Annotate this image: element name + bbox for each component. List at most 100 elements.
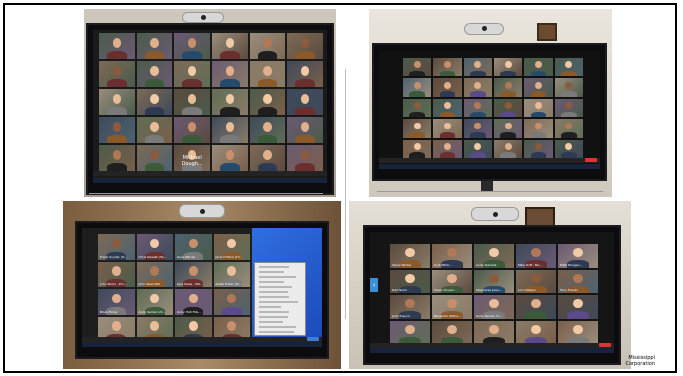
participant-tile[interactable] [212,145,248,171]
chat-panel[interactable] [254,262,306,336]
participant-tile[interactable] [554,98,583,118]
leave-button[interactable] [599,343,611,347]
participant-tile[interactable] [249,89,286,115]
participant-tile[interactable] [174,89,210,115]
previous-page-arrow-icon[interactable]: ‹ [370,278,378,292]
organization-caption: Mississippi Corporation [621,355,655,367]
participant-tile[interactable]: Steve Winter [390,244,430,268]
participant-tile[interactable] [99,89,135,115]
participant-tile[interactable] [249,117,286,143]
participant-tile[interactable] [136,145,173,171]
participant-tile[interactable] [433,119,462,138]
participant-tile[interactable]: Jackl O'Hara (Th... [213,234,250,260]
participant-tile[interactable] [212,33,248,59]
participant-tile[interactable] [474,320,514,344]
picture-frame [537,23,557,41]
participant-tile[interactable] [136,89,173,115]
participant-tile[interactable] [433,139,462,158]
participant-tile[interactable] [249,33,286,59]
participant-tile[interactable]: Kyle Salas - Tob... [175,261,212,287]
participant-tile[interactable] [287,61,323,87]
participant-tile[interactable] [249,61,286,87]
participant-tile[interactable] [463,139,492,158]
participant-tile[interactable] [432,320,472,344]
participant-tile[interactable] [558,320,598,344]
participant-tile[interactable] [287,145,323,171]
participant-tile[interactable] [99,33,135,59]
participant-tile[interactable] [554,78,583,97]
participant-tile[interactable] [174,61,210,87]
participant-tile[interactable] [463,78,492,97]
participant-tile[interactable]: Lori Gilligan [516,269,556,293]
participant-tile[interactable]: Jack Traynor [390,295,430,319]
participant-tile[interactable]: Benjamin Palms... [432,295,472,319]
participant-tile[interactable]: Andy Santen Fu... [474,295,514,319]
participant-tile[interactable] [403,119,432,138]
participant-tile[interactable] [249,145,286,171]
participant-tile[interactable]: Kurt Mitch... [432,244,472,268]
participant-tile[interactable]: Tony Frazier [558,269,598,293]
participant-tile[interactable] [403,139,432,158]
participant-tile[interactable]: Brian Fisher [98,289,135,315]
participant-tile[interactable] [554,139,583,158]
participant-tile[interactable] [212,117,248,143]
participant-tile[interactable]: Andy Santen Vic... [136,289,173,315]
participant-tile[interactable] [403,98,432,118]
participant-tile[interactable] [433,98,462,118]
participant-tile[interactable]: Stephanie Jane... [474,269,514,293]
participant-tile[interactable]: Dad Nerbi [390,269,430,293]
participant-tile[interactable] [99,145,135,171]
participant-tile[interactable] [494,139,523,158]
participant-tile[interactable] [433,58,462,77]
participant-tile[interactable] [524,119,553,138]
participant-tile[interactable] [287,33,323,59]
participant-tile[interactable] [287,89,323,115]
participant-tile[interactable] [558,295,598,319]
participant-tile[interactable] [524,78,553,97]
participant-tile[interactable] [524,139,553,158]
participant-tile[interactable] [99,117,135,143]
participant-tile[interactable] [463,58,492,77]
participant-tile[interactable]: Michael Dough... [174,145,210,171]
participant-tile[interactable] [516,295,556,319]
participant-tile[interactable] [212,61,248,87]
participant-tile[interactable] [516,320,556,344]
participant-tile[interactable] [136,117,173,143]
participant-tile[interactable]: John Rubin - Em... [98,261,135,287]
participant-tile[interactable]: Sara Werner [175,234,212,260]
participant-tile[interactable] [524,58,553,77]
participant-tile[interactable]: Anabl Fisher (M... [213,261,250,287]
participant-tile[interactable] [494,119,523,138]
participant-tile[interactable] [494,98,523,118]
participant-tile[interactable] [554,58,583,77]
leave-button[interactable] [585,158,597,162]
participant-tile[interactable] [494,58,523,77]
participant-tile[interactable]: Chris Dewalt (He... [136,234,173,260]
participant-tile[interactable]: Andy Holt Fills... [175,289,212,315]
participant-tile[interactable] [554,119,583,138]
participant-tile[interactable]: John Olsen Bill [136,261,173,287]
participant-tile[interactable] [136,61,173,87]
participant-tile[interactable]: Matt Sturgen... [558,244,598,268]
participant-tile[interactable] [463,98,492,118]
participant-tile[interactable] [494,78,523,97]
participant-tile[interactable] [213,289,250,315]
participant-tile[interactable] [524,98,553,118]
participant-tile[interactable]: Andy Sobolek [474,244,514,268]
participant-tile[interactable]: Travis Snyder... [432,269,472,293]
participant-tile[interactable] [403,78,432,97]
participant-tile[interactable] [174,33,210,59]
participant-tile[interactable] [390,320,430,344]
participant-face [263,93,272,104]
participant-tile[interactable] [174,117,210,143]
participant-tile[interactable] [99,61,135,87]
participant-tile[interactable] [287,117,323,143]
participant-tile[interactable] [403,58,432,77]
participant-tile[interactable]: Mike Doff - Ba... [516,244,556,268]
participant-tile[interactable] [463,119,492,138]
participant-tile[interactable] [212,89,248,115]
leave-button[interactable] [307,337,319,341]
participant-tile[interactable] [433,78,462,97]
participant-tile[interactable] [136,33,173,59]
participant-tile[interactable]: Frank Snyder (O... [98,234,135,260]
